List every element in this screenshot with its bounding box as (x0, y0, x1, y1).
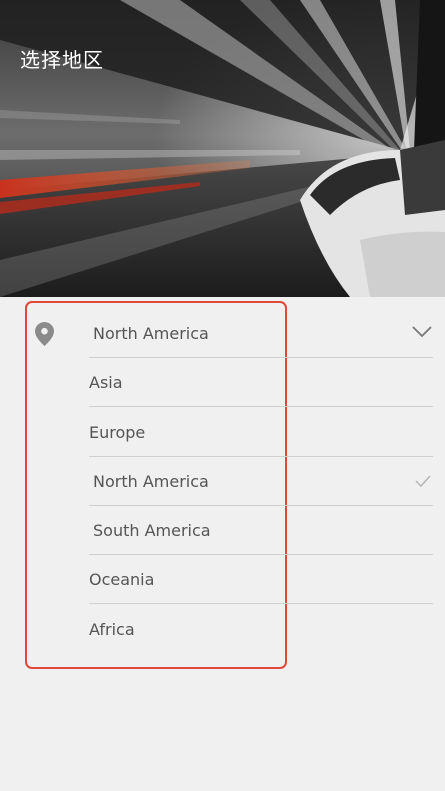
region-option-asia[interactable]: Asia (89, 358, 433, 407)
region-option-europe[interactable]: Europe (89, 408, 433, 457)
chevron-down-icon[interactable] (412, 326, 432, 338)
region-option-label: Africa (89, 620, 135, 639)
region-dropdown-value: North America (93, 324, 209, 343)
region-option-north-america[interactable]: North America (89, 457, 433, 506)
region-option-label: Oceania (89, 570, 155, 589)
location-pin-icon (35, 322, 54, 346)
region-option-africa[interactable]: Africa (89, 605, 433, 654)
checkmark-icon (415, 475, 431, 487)
page-title: 选择地区 (20, 48, 104, 72)
region-option-label: Europe (89, 423, 146, 442)
region-dropdown[interactable]: North America (89, 310, 433, 358)
region-option-oceania[interactable]: Oceania (89, 555, 433, 604)
region-option-south-america[interactable]: South America (89, 506, 433, 555)
region-option-label: South America (93, 521, 211, 540)
region-option-label: Asia (89, 373, 123, 392)
region-option-label: North America (93, 472, 209, 491)
